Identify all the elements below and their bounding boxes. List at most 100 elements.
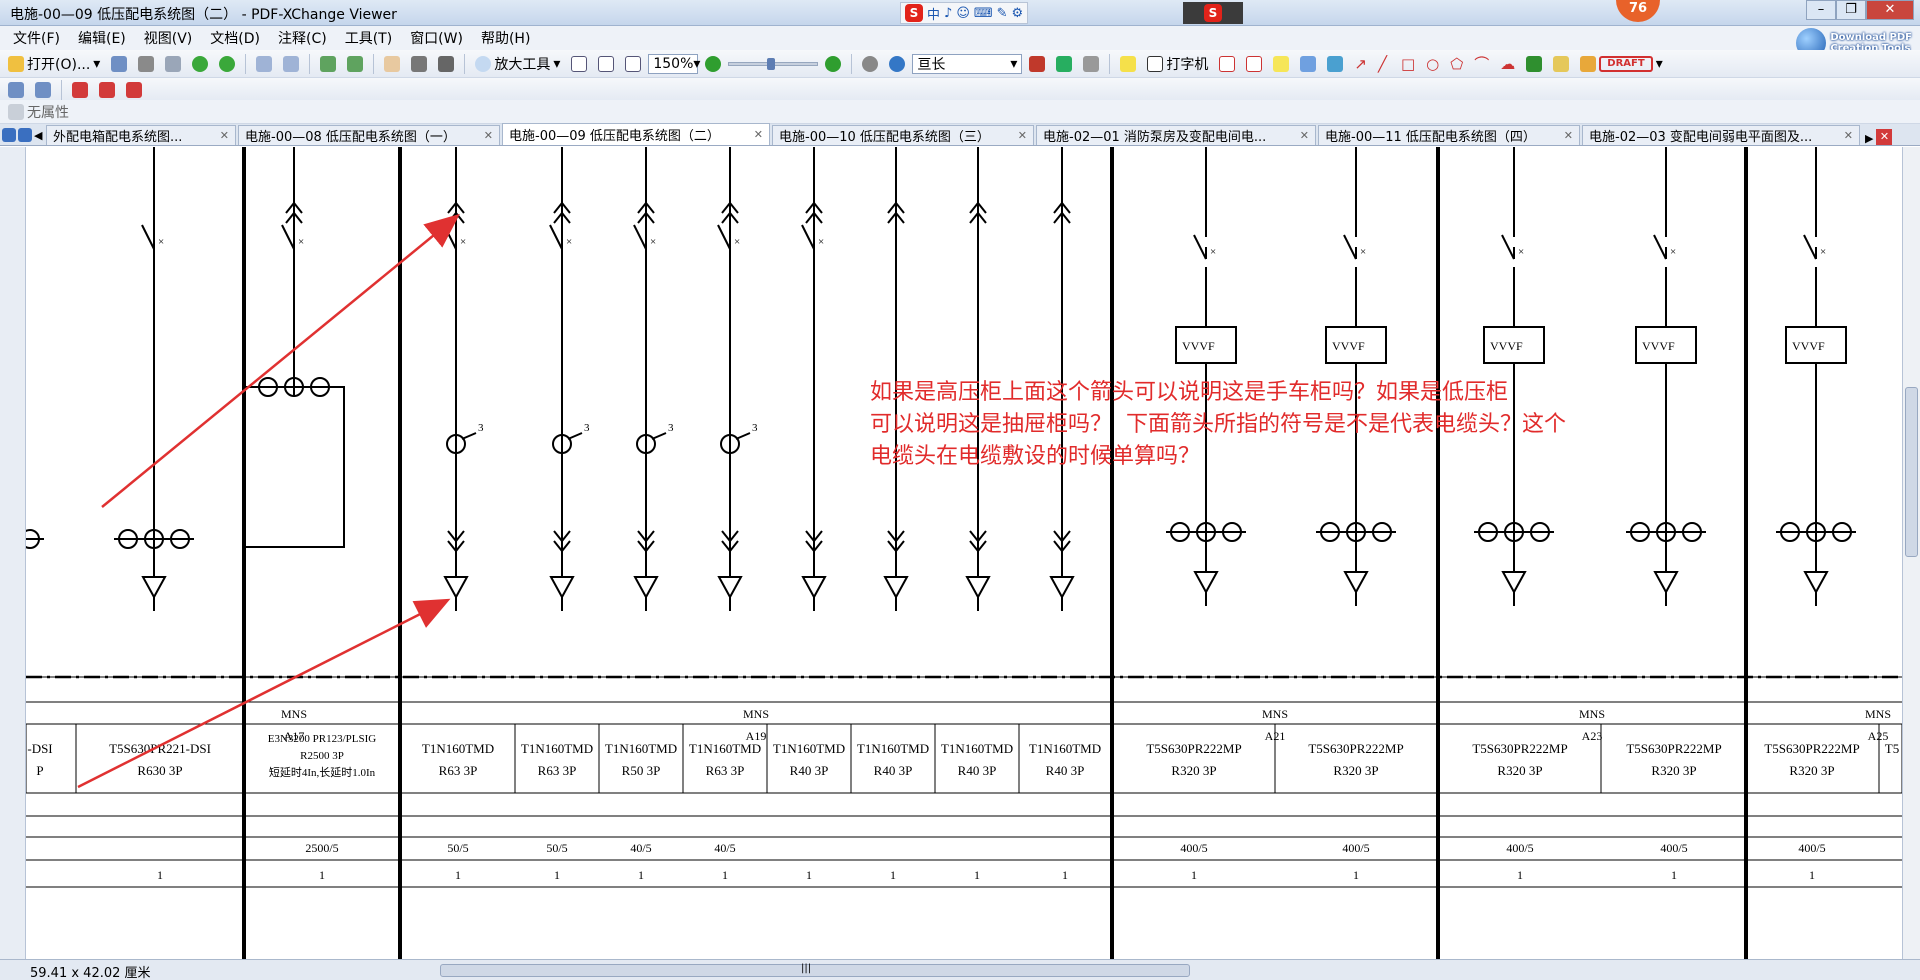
arrow-button[interactable]: ↗ bbox=[1350, 53, 1371, 75]
tab-close-icon[interactable]: ✕ bbox=[1018, 129, 1027, 142]
tab-scroll-left-icon[interactable]: ◀ bbox=[34, 129, 42, 142]
left-panel-gutter[interactable] bbox=[0, 147, 26, 959]
oval-button[interactable]: ○ bbox=[1422, 53, 1443, 75]
pencil-button[interactable] bbox=[1522, 53, 1546, 75]
stamp-button[interactable]: DRAFT ▾ bbox=[1576, 53, 1666, 75]
notification-badge[interactable]: 76 bbox=[1616, 0, 1660, 22]
tab-document[interactable]: 电施-00—11 低压配电系统图（四） ✕ bbox=[1318, 125, 1580, 145]
zoom-out-button[interactable] bbox=[701, 53, 725, 75]
polyline-button[interactable]: ⌒ bbox=[1470, 53, 1493, 75]
vertical-scroll-thumb[interactable] bbox=[1905, 387, 1918, 557]
horizontal-scrollbar[interactable]: ||| bbox=[440, 963, 1190, 977]
forward-button[interactable] bbox=[215, 53, 239, 75]
fit-width-button[interactable] bbox=[621, 53, 645, 75]
menu-tools[interactable]: 工具(T) bbox=[336, 28, 401, 48]
minimize-icon[interactable]: – bbox=[1806, 0, 1836, 20]
sogou-logo-icon[interactable]: S bbox=[1204, 4, 1222, 22]
tab-document[interactable]: 电施-00—10 低压配电系统图（三） ✕ bbox=[772, 125, 1034, 145]
options-button[interactable] bbox=[1079, 53, 1103, 75]
ime-toolbar[interactable]: S 中 ♪ ☺ ⌨ ✎ ⚙ bbox=[900, 2, 1029, 24]
find-prev-button[interactable] bbox=[1025, 53, 1049, 75]
rotate-right-button[interactable] bbox=[343, 53, 367, 75]
attachments-button[interactable] bbox=[31, 79, 55, 101]
eraser-button[interactable] bbox=[1549, 53, 1573, 75]
tab-document[interactable]: 外配电箱配电系统图... ✕ bbox=[46, 125, 236, 145]
undo-button[interactable] bbox=[252, 53, 276, 75]
document-view[interactable]: × × × 3 × 3 × 3 × 3 × VVVF × VVVF × VVVF × VVVF × VVVF × MNS M… bbox=[26, 147, 1902, 959]
zoom-combo[interactable]: 150% ▾ bbox=[648, 53, 700, 74]
measure-area-button[interactable] bbox=[122, 79, 146, 101]
tab-document[interactable]: 电施-02—03 变配电间弱电平面图及... ✕ bbox=[1582, 125, 1860, 145]
camera-icon bbox=[411, 55, 428, 72]
find-button[interactable] bbox=[858, 53, 882, 75]
textbox-button[interactable] bbox=[1242, 53, 1266, 75]
open-button[interactable]: 打开(O)... ▾ bbox=[4, 53, 104, 75]
highlight-text-button[interactable] bbox=[1269, 53, 1293, 75]
save-button[interactable] bbox=[107, 53, 131, 75]
properties-button[interactable]: 无属性 bbox=[4, 101, 73, 123]
measure-perimeter-button[interactable] bbox=[95, 79, 119, 101]
redo-button[interactable] bbox=[279, 53, 303, 75]
layers-button[interactable] bbox=[4, 79, 28, 101]
search-input[interactable]: 亘长 ▾ bbox=[912, 53, 1023, 74]
typewriter-button[interactable]: 打字机 bbox=[1143, 53, 1212, 75]
ime-item[interactable]: ⌨ bbox=[974, 6, 993, 21]
cabinet-type: MNS bbox=[1262, 707, 1288, 721]
maximize-icon[interactable]: ❐ bbox=[1836, 0, 1866, 20]
zoom-tool-button[interactable]: 放大工具 ▾ bbox=[471, 53, 564, 75]
select-text-button[interactable] bbox=[434, 53, 458, 75]
web-search-button[interactable] bbox=[885, 53, 909, 75]
menu-help[interactable]: 帮助(H) bbox=[472, 28, 539, 48]
cloud-button[interactable]: ☁ bbox=[1496, 53, 1519, 75]
polygon-button[interactable]: ⬠ bbox=[1446, 53, 1467, 75]
close-icon[interactable]: ✕ bbox=[1866, 0, 1914, 20]
menu-window[interactable]: 窗口(W) bbox=[401, 28, 472, 48]
tab-document[interactable]: 电施-00—08 低压配电系统图（一） ✕ bbox=[238, 125, 500, 145]
tab-scroll-right-icon[interactable]: ▶ bbox=[1862, 132, 1876, 145]
close-all-tabs-icon[interactable]: ✕ bbox=[1876, 129, 1893, 145]
ime-item[interactable]: ♪ bbox=[944, 6, 952, 21]
tab-document-active[interactable]: 电施-00—09 低压配电系统图（二） ✕ bbox=[502, 123, 770, 145]
print-button[interactable] bbox=[134, 53, 158, 75]
tab-menu-icon[interactable] bbox=[18, 128, 32, 142]
menu-comments[interactable]: 注释(C) bbox=[269, 28, 336, 48]
line-button[interactable]: ╱ bbox=[1374, 53, 1394, 75]
tab-close-icon[interactable]: ✕ bbox=[1300, 129, 1309, 142]
callout-button[interactable] bbox=[1215, 53, 1239, 75]
tab-list-icon[interactable] bbox=[2, 128, 16, 142]
ime-item[interactable]: 中 bbox=[927, 4, 940, 23]
menu-document[interactable]: 文档(D) bbox=[201, 28, 269, 48]
underline-button[interactable] bbox=[1323, 53, 1347, 75]
menu-file[interactable]: 文件(F) bbox=[4, 28, 69, 48]
tab-close-icon[interactable]: ✕ bbox=[1844, 129, 1853, 142]
rectangle-button[interactable]: □ bbox=[1397, 53, 1419, 75]
menu-edit[interactable]: 编辑(E) bbox=[69, 28, 135, 48]
tab-close-icon[interactable]: ✕ bbox=[754, 128, 763, 141]
zoom-slider[interactable] bbox=[728, 57, 819, 70]
tab-document[interactable]: 电施-02—01 消防泵房及变配电间电... ✕ bbox=[1036, 125, 1316, 145]
zoom-slider-knob[interactable] bbox=[767, 57, 776, 70]
fit-page-button[interactable] bbox=[594, 53, 618, 75]
ime-mini-toolbar[interactable]: S bbox=[1183, 2, 1243, 24]
vertical-scrollbar[interactable] bbox=[1902, 147, 1920, 959]
actual-size-button[interactable] bbox=[567, 53, 591, 75]
tab-close-icon[interactable]: ✕ bbox=[1564, 129, 1573, 142]
email-button[interactable] bbox=[161, 53, 185, 75]
sogou-logo-icon[interactable]: S bbox=[905, 4, 923, 22]
question-annotation[interactable]: 如果是高压柜上面这个箭头可以说明这是手车柜吗？如果是低压柜 可以说明这是抽屉柜吗… bbox=[870, 377, 1566, 473]
find-next-button[interactable] bbox=[1052, 53, 1076, 75]
menu-view[interactable]: 视图(V) bbox=[135, 28, 202, 48]
zoom-in-button[interactable] bbox=[821, 53, 845, 75]
ime-item[interactable]: ☺ bbox=[956, 6, 970, 21]
ime-item[interactable]: ✎ bbox=[997, 6, 1008, 21]
tab-close-icon[interactable]: ✕ bbox=[484, 129, 493, 142]
sticky-note-button[interactable] bbox=[1116, 53, 1140, 75]
rotate-left-button[interactable] bbox=[316, 53, 340, 75]
ime-item[interactable]: ⚙ bbox=[1012, 6, 1024, 21]
hand-tool-button[interactable] bbox=[380, 53, 404, 75]
strikeout-button[interactable] bbox=[1296, 53, 1320, 75]
snapshot-button[interactable] bbox=[407, 53, 431, 75]
tab-close-icon[interactable]: ✕ bbox=[220, 129, 229, 142]
back-button[interactable] bbox=[188, 53, 212, 75]
measure-distance-button[interactable] bbox=[68, 79, 92, 101]
